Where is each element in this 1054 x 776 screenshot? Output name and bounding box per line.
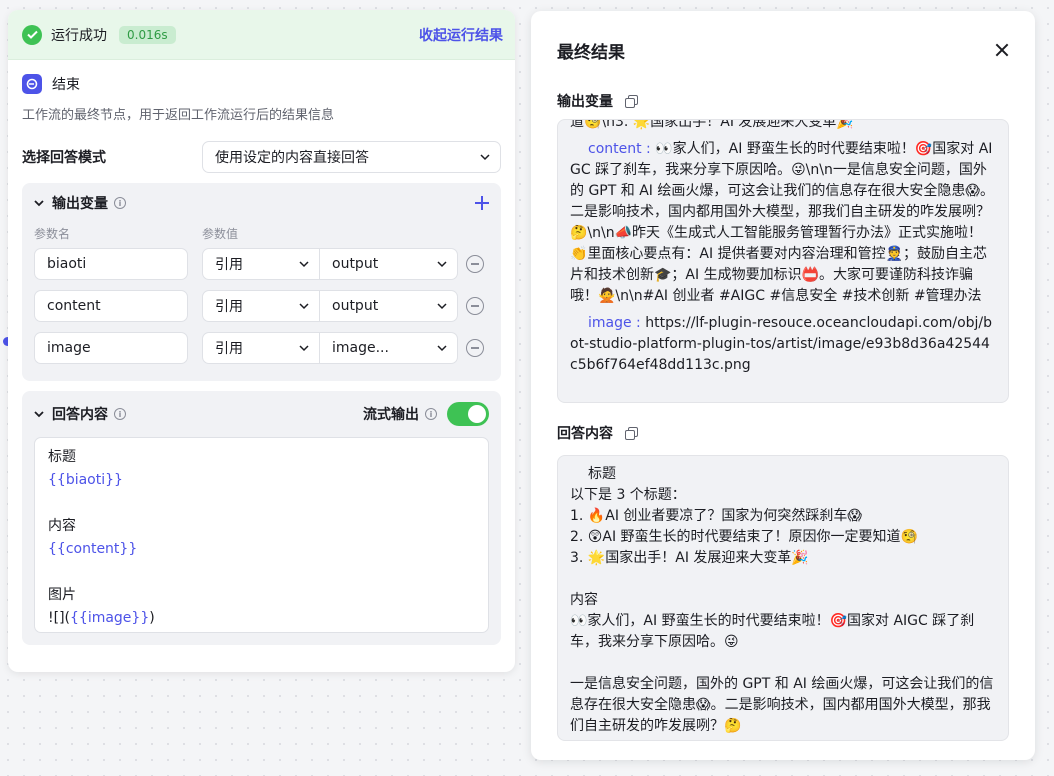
chevron-down-icon xyxy=(299,261,309,268)
answer-text: ![]( xyxy=(48,610,70,626)
answer-text-line: 标题 xyxy=(588,466,616,482)
collapse-result-button[interactable]: 收起运行结果 xyxy=(419,25,503,45)
node-description: 工作流的最终节点，用于返回工作流运行后的结果信息 xyxy=(22,108,335,123)
chevron-down-icon xyxy=(299,303,309,310)
check-circle-icon xyxy=(22,24,42,45)
answer-mode-value: 使用设定的内容直接回答 xyxy=(215,150,369,166)
stream-output-toggle[interactable] xyxy=(447,402,489,426)
reference-type-select[interactable]: 引用 xyxy=(202,332,320,364)
param-name-header: 参数名 xyxy=(34,226,71,241)
final-result-panel: 最终结果 输出变量 道🧐\n3. 🌟国家出手！AI 发展迎来大变革🎉 conte… xyxy=(531,11,1035,760)
copy-icon[interactable] xyxy=(625,95,638,108)
info-icon[interactable]: i xyxy=(114,197,126,209)
reference-type-value: 引用 xyxy=(215,299,243,315)
answer-line: 标题 xyxy=(48,449,76,465)
chevron-down-icon xyxy=(437,303,447,310)
answer-content-viewer[interactable]: 标题 以下是 3 个标题： 1. 🔥AI 创业者要凉了？国家为何突然踩刹车😱 2… xyxy=(557,455,1009,741)
result-panel-header: 最终结果 xyxy=(557,11,1009,89)
output-variables-viewer[interactable]: 道🧐\n3. 🌟国家出手！AI 发展迎来大变革🎉 content : 👀家人们，… xyxy=(557,119,1009,403)
answer-mode-row: 选择回答模式 使用设定的内容直接回答 xyxy=(8,141,515,173)
answer-content-editor[interactable]: 标题 {{biaoti}} 内容 {{content}} 图片 ![]({{im… xyxy=(34,437,489,633)
remove-variable-icon[interactable] xyxy=(466,255,484,273)
output-variables-title: 输出变量 xyxy=(52,196,108,212)
chevron-down-icon xyxy=(437,261,447,268)
variable-name-text: image xyxy=(47,340,91,356)
answer-text-line: 内容 xyxy=(570,592,598,608)
output-text: 道🧐\n3. 🌟国家出手！AI 发展迎来大变革🎉 xyxy=(570,119,854,130)
reference-type-select[interactable]: 引用 xyxy=(202,248,320,280)
answer-variable: {{biaoti}} xyxy=(48,472,123,488)
answer-text-line: 一是信息安全问题，国外的 GPT 和 AI 绘画火爆，可这会让我们的信息存在很大… xyxy=(570,676,994,734)
answer-text-line: 3. 🌟国家出手！AI 发展迎来大变革🎉 xyxy=(570,550,809,566)
info-icon[interactable]: i xyxy=(425,408,437,420)
answer-mode-label: 选择回答模式 xyxy=(22,150,106,166)
answer-content-subheader: 回答内容 xyxy=(557,421,1009,445)
chevron-down-icon[interactable] xyxy=(34,198,44,208)
run-duration-badge: 0.016s xyxy=(119,25,176,44)
answer-line: 内容 xyxy=(48,518,76,534)
end-node-card: 运行成功 0.016s 收起运行结果 结束 工作流的最终节点，用于返回工作流运行… xyxy=(8,10,515,672)
answer-content-section: 回答内容 i 流式输出 i 标题 {{biaoti}} 内容 {{content… xyxy=(22,391,501,645)
reference-type-select[interactable]: 引用 xyxy=(202,290,320,322)
run-result-bar: 运行成功 0.016s 收起运行结果 xyxy=(8,10,515,60)
chevron-down-icon xyxy=(480,154,490,161)
answer-variable: {{image}} xyxy=(70,610,150,626)
answer-text-line: 2. 😲AI 野蛮生长的时代要结束了！原因你一定要知道🧐 xyxy=(570,529,918,545)
variable-value-text: image... xyxy=(332,340,389,356)
chevron-down-icon xyxy=(299,345,309,352)
answer-mode-select[interactable]: 使用设定的内容直接回答 xyxy=(202,141,501,173)
answer-text-line: 以下是 3 个标题： xyxy=(570,487,686,503)
answer-variable: {{content}} xyxy=(48,541,138,557)
chevron-down-icon xyxy=(437,345,447,352)
answer-text-line: 1. 🔥AI 创业者要凉了？国家为何突然踩刹车😱 xyxy=(570,508,862,524)
output-variables-section: 输出变量 i 参数名 参数值 biaoti 引用 output content … xyxy=(22,183,501,381)
answer-content-header: 回答内容 i 流式输出 i xyxy=(34,391,489,437)
add-variable-icon[interactable] xyxy=(475,196,489,210)
variable-column-headers: 参数名 参数值 xyxy=(34,223,489,243)
answer-text: ) xyxy=(149,610,155,626)
variable-value-select[interactable]: image... xyxy=(320,332,458,364)
stream-output-label: 流式输出 xyxy=(363,407,419,423)
output-variables-label: 输出变量 xyxy=(557,94,613,110)
node-header: 结束 xyxy=(8,60,515,94)
result-panel-title: 最终结果 xyxy=(557,42,625,63)
variable-name-input[interactable]: content xyxy=(34,290,188,322)
output-key: content : xyxy=(588,141,651,157)
variable-row: content 引用 output xyxy=(34,285,489,327)
answer-text-line: 👀家人们，AI 野蛮生长的时代要结束啦！🎯国家对 AIGC 踩了刹车，我来分享下… xyxy=(570,613,975,650)
output-key: image : xyxy=(588,315,641,331)
answer-line: ![]({{image}}) xyxy=(48,607,475,630)
node-title: 结束 xyxy=(52,77,80,93)
variable-name-input[interactable]: biaoti xyxy=(34,248,188,280)
variable-value-text: output xyxy=(332,298,379,314)
end-node-icon xyxy=(22,74,42,94)
remove-variable-icon[interactable] xyxy=(466,339,484,357)
variable-name-text: content xyxy=(47,298,101,314)
variable-value-text: output xyxy=(332,256,379,272)
param-value-header: 参数值 xyxy=(202,226,239,241)
reference-type-value: 引用 xyxy=(215,257,243,273)
run-status-text: 运行成功 xyxy=(51,27,107,44)
output-value: 👀家人们，AI 野蛮生长的时代要结束啦！🎯国家对 AIGC 踩了刹车，我来分享下… xyxy=(570,141,994,304)
variable-row: biaoti 引用 output xyxy=(34,243,489,285)
answer-content-title: 回答内容 xyxy=(52,407,108,423)
remove-variable-icon[interactable] xyxy=(466,297,484,315)
chevron-down-icon[interactable] xyxy=(34,409,44,419)
info-icon[interactable]: i xyxy=(114,408,126,420)
answer-content-label: 回答内容 xyxy=(557,426,613,442)
output-variables-subheader: 输出变量 xyxy=(557,89,1009,113)
variable-name-input[interactable]: image xyxy=(34,332,188,364)
reference-type-value: 引用 xyxy=(215,341,243,357)
answer-line: 图片 xyxy=(48,587,76,603)
close-icon[interactable] xyxy=(995,43,1009,57)
copy-icon[interactable] xyxy=(625,427,638,440)
variable-name-text: biaoti xyxy=(47,256,87,272)
variable-value-select[interactable]: output xyxy=(320,290,458,322)
variable-value-select[interactable]: output xyxy=(320,248,458,280)
output-variables-header: 输出变量 i xyxy=(34,183,489,223)
variable-row: image 引用 image... xyxy=(34,327,489,369)
